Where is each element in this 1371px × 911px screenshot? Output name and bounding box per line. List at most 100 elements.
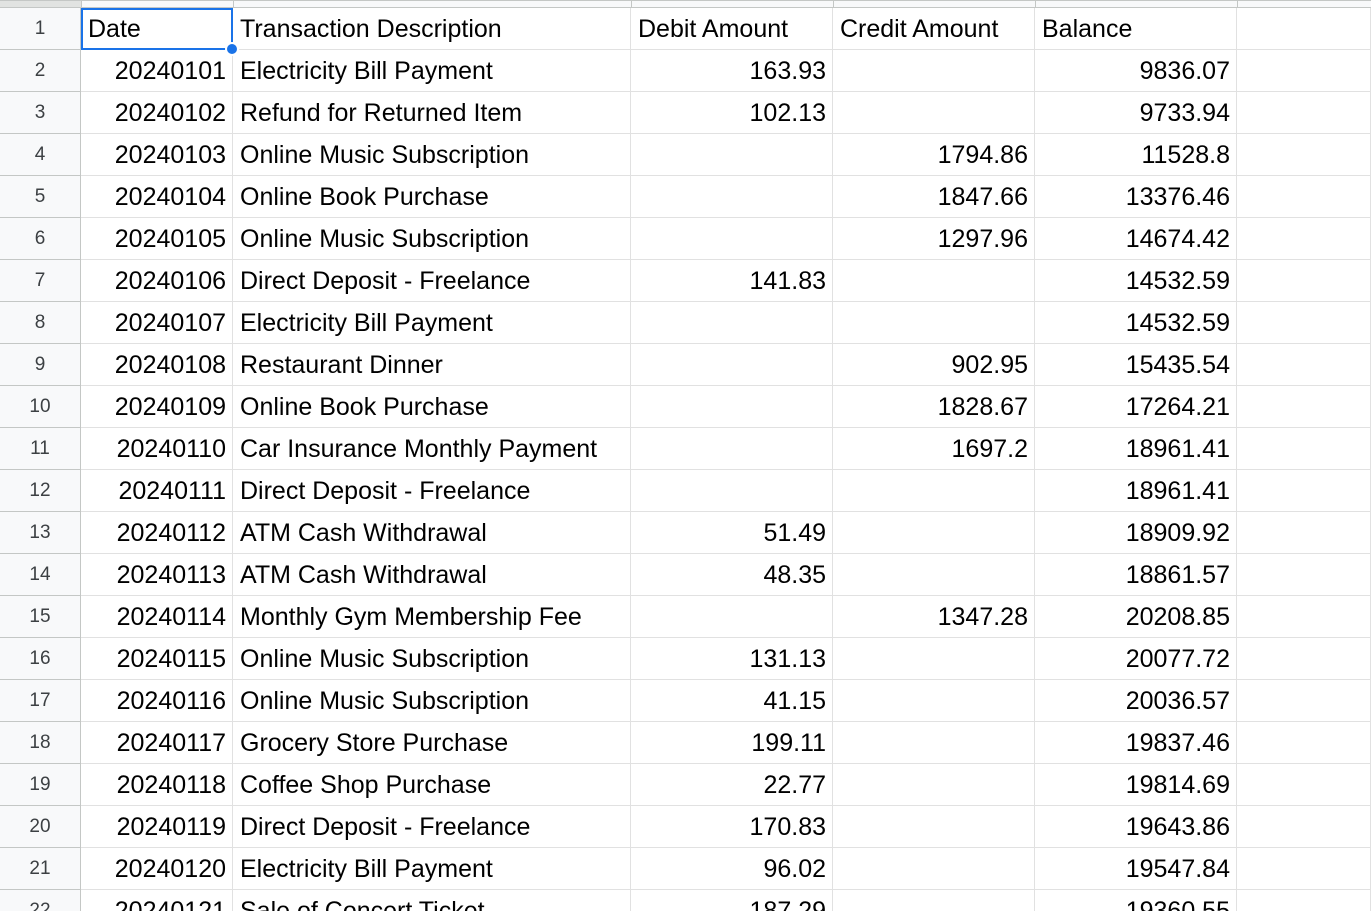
row-number[interactable]: 9 (0, 344, 81, 386)
cell-empty[interactable] (1237, 890, 1371, 911)
cell-date[interactable]: 20240117 (81, 722, 233, 764)
cell-debit[interactable]: 170.83 (631, 806, 833, 848)
cell-balance[interactable]: 14532.59 (1035, 302, 1237, 344)
cell-empty[interactable] (1237, 260, 1371, 302)
cell-date[interactable]: 20240102 (81, 92, 233, 134)
cell-date[interactable]: 20240105 (81, 218, 233, 260)
cell-empty[interactable] (1237, 470, 1371, 512)
cell-debit[interactable] (631, 176, 833, 218)
column-header-cell[interactable]: Transaction Description (233, 8, 631, 50)
column-header-cell[interactable]: Balance (1035, 8, 1237, 50)
cell-empty[interactable] (1237, 596, 1371, 638)
cell-description[interactable]: Direct Deposit - Freelance (233, 470, 631, 512)
cell-balance[interactable]: 15435.54 (1035, 344, 1237, 386)
cell-debit[interactable] (631, 302, 833, 344)
cell-description[interactable]: Restaurant Dinner (233, 344, 631, 386)
cell-debit[interactable] (631, 344, 833, 386)
cell-date[interactable]: 20240116 (81, 680, 233, 722)
cell-empty[interactable] (1237, 386, 1371, 428)
cell-debit[interactable]: 131.13 (631, 638, 833, 680)
cell-balance[interactable]: 19837.46 (1035, 722, 1237, 764)
cell-credit[interactable]: 902.95 (833, 344, 1035, 386)
cell-debit[interactable] (631, 386, 833, 428)
cell-description[interactable]: Online Music Subscription (233, 134, 631, 176)
row-number[interactable]: 3 (0, 92, 81, 134)
column-boundary[interactable] (1035, 1, 1036, 8)
row-number[interactable]: 4 (0, 134, 81, 176)
cell-description[interactable]: Online Music Subscription (233, 638, 631, 680)
cell-date[interactable]: 20240119 (81, 806, 233, 848)
row-number[interactable]: 21 (0, 848, 81, 890)
cell-balance[interactable]: 19814.69 (1035, 764, 1237, 806)
cell-balance[interactable]: 14532.59 (1035, 260, 1237, 302)
row-number[interactable]: 12 (0, 470, 81, 512)
column-boundary[interactable] (1237, 1, 1238, 8)
cell-debit[interactable]: 141.83 (631, 260, 833, 302)
column-boundary[interactable] (233, 1, 234, 8)
cell-debit[interactable]: 22.77 (631, 764, 833, 806)
cell-credit[interactable] (833, 554, 1035, 596)
row-number[interactable]: 11 (0, 428, 81, 470)
cell-date[interactable]: 20240109 (81, 386, 233, 428)
cell-date[interactable]: 20240111 (81, 470, 233, 512)
cell-description[interactable]: Car Insurance Monthly Payment (233, 428, 631, 470)
cell-balance[interactable]: 20036.57 (1035, 680, 1237, 722)
row-number[interactable]: 19 (0, 764, 81, 806)
cell-credit[interactable] (833, 50, 1035, 92)
cell-debit[interactable] (631, 218, 833, 260)
cell-empty[interactable] (1237, 680, 1371, 722)
cell-balance[interactable]: 18861.57 (1035, 554, 1237, 596)
cell-description[interactable]: Refund for Returned Item (233, 92, 631, 134)
column-boundary[interactable] (833, 1, 834, 8)
cell-date[interactable]: 20240115 (81, 638, 233, 680)
cell-description[interactable]: Electricity Bill Payment (233, 302, 631, 344)
row-number[interactable]: 10 (0, 386, 81, 428)
cell-description[interactable]: Online Music Subscription (233, 218, 631, 260)
cell-empty[interactable] (1237, 428, 1371, 470)
fill-handle[interactable] (225, 42, 239, 56)
cell-empty[interactable] (1237, 512, 1371, 554)
cell-credit[interactable]: 1297.96 (833, 218, 1035, 260)
cell-empty[interactable] (1237, 176, 1371, 218)
cell-credit[interactable] (833, 680, 1035, 722)
cell-date[interactable]: 20240108 (81, 344, 233, 386)
cell-description[interactable]: Monthly Gym Membership Fee (233, 596, 631, 638)
cell-empty[interactable] (1237, 806, 1371, 848)
cell-date[interactable]: 20240107 (81, 302, 233, 344)
row-number[interactable]: 1 (0, 8, 81, 50)
cell-date[interactable]: 20240114 (81, 596, 233, 638)
row-number[interactable]: 5 (0, 176, 81, 218)
cell-credit[interactable] (833, 890, 1035, 911)
cell-debit[interactable]: 163.93 (631, 50, 833, 92)
cell-credit[interactable] (833, 512, 1035, 554)
cell-debit[interactable] (631, 596, 833, 638)
cell-empty[interactable] (1237, 848, 1371, 890)
cell-date[interactable]: 20240118 (81, 764, 233, 806)
spreadsheet-grid[interactable]: 1 Date Transaction Description Debit Amount… (0, 0, 1371, 911)
cell-empty[interactable] (1237, 302, 1371, 344)
cell-empty[interactable] (1237, 92, 1371, 134)
cell-balance[interactable]: 17264.21 (1035, 386, 1237, 428)
cell-credit[interactable] (833, 806, 1035, 848)
cell-date[interactable]: 20240110 (81, 428, 233, 470)
cell-balance[interactable]: 20077.72 (1035, 638, 1237, 680)
cell-empty[interactable] (1237, 8, 1371, 50)
cell-debit[interactable] (631, 134, 833, 176)
cell-credit[interactable] (833, 764, 1035, 806)
cell-balance[interactable]: 13376.46 (1035, 176, 1237, 218)
column-boundary[interactable] (81, 1, 82, 8)
cell-debit[interactable] (631, 470, 833, 512)
cell-debit[interactable]: 102.13 (631, 92, 833, 134)
cell-empty[interactable] (1237, 764, 1371, 806)
cell-description[interactable]: Direct Deposit - Freelance (233, 806, 631, 848)
cell-empty[interactable] (1237, 134, 1371, 176)
cell-balance[interactable]: 18909.92 (1035, 512, 1237, 554)
cell-balance[interactable]: 14674.42 (1035, 218, 1237, 260)
row-number[interactable]: 22 (0, 890, 81, 911)
row-number[interactable]: 14 (0, 554, 81, 596)
cell-debit[interactable]: 187.29 (631, 890, 833, 911)
cell-credit[interactable]: 1828.67 (833, 386, 1035, 428)
cell-balance[interactable]: 19547.84 (1035, 848, 1237, 890)
cell-description[interactable]: Sale of Concert Ticket (233, 890, 631, 911)
select-all-corner[interactable] (0, 1, 81, 7)
